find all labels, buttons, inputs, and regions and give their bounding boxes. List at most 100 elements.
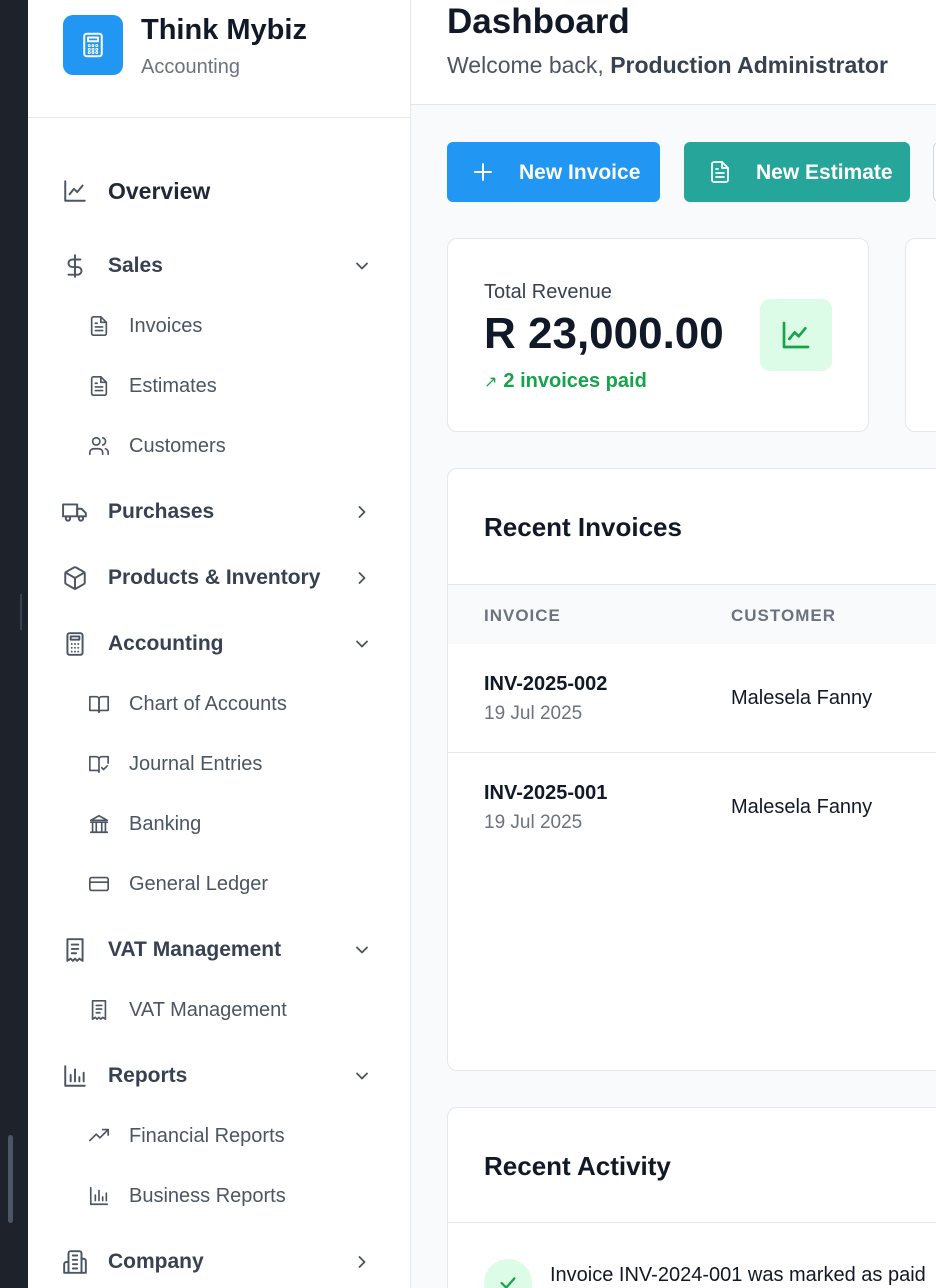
revenue-trend-text: 2 invoices paid [503,370,647,392]
trending-up-icon [88,1125,110,1147]
page-header: Dashboard Welcome back, Production Admin… [411,0,936,105]
new-invoice-button[interactable]: New Invoice [447,142,660,202]
revenue-label: Total Revenue [484,281,612,303]
sidebar-item-journal-entries[interactable]: Journal Entries [28,741,410,787]
chevron-right-icon [352,568,372,588]
sidebar-item-customers[interactable]: Customers [28,423,410,469]
receipt-icon [62,937,88,963]
revenue-trend: ↗ 2 invoices paid [484,370,647,393]
sidebar-item-label: Purchases [108,500,215,523]
invoice-date: 19 Jul 2025 [484,812,583,833]
sidebar-item-label: VAT Management [108,938,282,961]
invoice-date: 19 Jul 2025 [484,703,583,724]
new-invoice-label: New Invoice [519,161,641,184]
chevron-down-icon [352,634,372,654]
sidebar-item-label: Chart of Accounts [129,692,287,715]
sidebar-item-business-reports[interactable]: Business Reports [28,1173,410,1219]
dollar-icon [62,253,88,279]
sidebar-item-label: Estimates [129,374,217,397]
sidebar-item-label: General Ledger [129,872,268,895]
bar-chart-icon [62,1063,88,1089]
table-header: INVOICE CUSTOMER [448,584,936,644]
receipt-icon [88,999,110,1021]
scrollbar-thumb[interactable] [8,1135,13,1223]
sidebar-item-label: Financial Reports [129,1124,285,1147]
resize-handle[interactable] [20,594,22,630]
total-revenue-card: Total Revenue R 23,000.00 ↗ 2 invoices pa… [447,238,869,432]
sidebar-item-label: Business Reports [129,1184,286,1207]
sidebar-item-label: Overview [108,177,211,204]
sidebar-item-financial-reports[interactable]: Financial Reports [28,1113,410,1159]
sidebar-item-label: Sales [108,254,163,277]
sidebar-item-label: Reports [108,1064,188,1087]
chevron-down-icon [352,256,372,276]
chevron-right-icon [352,502,372,522]
chevron-down-icon [352,1066,372,1086]
document-icon [88,315,110,337]
brand-header: Think Mybiz Accounting [28,0,410,118]
sidebar-item-label: Customers [129,434,226,457]
bar-chart-icon [88,1185,110,1207]
document-icon [88,375,110,397]
sidebar-item-overview[interactable]: Overview [28,166,410,216]
new-estimate-label: New Estimate [756,161,893,184]
sidebar-item-vat-management[interactable]: VAT Management [28,925,410,975]
invoice-customer: Malesela Fanny [731,796,873,818]
line-chart-icon [760,299,832,371]
users-icon [88,435,110,457]
check-icon [484,1259,532,1288]
sidebar: Think Mybiz Accounting Overview Sales In… [28,0,411,1288]
truck-icon [62,499,88,525]
sidebar-item-label: Invoices [129,314,203,337]
plus-icon [471,160,495,184]
sidebar-item-label: Journal Entries [129,752,263,775]
sidebar-item-sales[interactable]: Sales [28,241,410,291]
chevron-right-icon [352,1252,372,1272]
column-header-customer: CUSTOMER [731,606,836,625]
sidebar-item-vat-management-sub[interactable]: VAT Management [28,987,410,1033]
sidebar-item-general-ledger[interactable]: General Ledger [28,861,410,907]
sidebar-item-label: Company [108,1250,204,1273]
new-estimate-button[interactable]: New Estimate [684,142,910,202]
table-row[interactable]: INV-2025-002 19 Jul 2025 Malesela Fanny [448,644,936,753]
calculator-icon [62,631,88,657]
recent-activity-title: Recent Activity [484,1151,671,1181]
revenue-value: R 23,000.00 [484,309,724,358]
stat-card [905,238,936,432]
recent-activity-card: Recent Activity Invoice INV-2024-001 was… [447,1107,936,1288]
sidebar-item-products-inventory[interactable]: Products & Inventory [28,553,410,603]
sidebar-item-label: Products & Inventory [108,566,321,589]
sidebar-item-reports[interactable]: Reports [28,1051,410,1101]
sidebar-item-estimates[interactable]: Estimates [28,363,410,409]
brand-name: Think Mybiz [141,14,307,46]
sidebar-item-accounting[interactable]: Accounting [28,619,410,669]
welcome-message: Welcome back, Production Administrator [447,52,888,79]
welcome-prefix: Welcome back, [447,52,604,78]
sidebar-item-banking[interactable]: Banking [28,801,410,847]
sidebar-item-company[interactable]: Company [28,1237,410,1287]
sidebar-item-invoices[interactable]: Invoices [28,303,410,349]
activity-item: Invoice INV-2024-001 was marked as paid [550,1264,926,1286]
book-check-icon [88,753,110,775]
invoice-customer: Malesela Fanny [731,687,873,709]
sidebar-item-label: VAT Management [129,998,287,1021]
sidebar-item-label: Accounting [108,632,224,655]
trend-up-icon: ↗ [484,374,498,391]
sidebar-item-label: Banking [129,812,202,835]
sidebar-item-purchases[interactable]: Purchases [28,487,410,537]
main-content: Dashboard Welcome back, Production Admin… [411,0,936,1288]
invoice-number: INV-2025-002 [484,673,608,695]
recent-invoices-card: Recent Invoices INVOICE CUSTOMER INV-202… [447,468,936,1071]
building-icon [62,1249,88,1275]
invoice-number: INV-2025-001 [484,782,608,804]
sidebar-item-chart-of-accounts[interactable]: Chart of Accounts [28,681,410,727]
page-title: Dashboard [447,2,630,41]
package-icon [62,565,88,591]
calculator-icon [63,15,123,75]
user-name: Production Administrator [610,52,888,78]
bank-icon [88,813,110,835]
column-header-invoice: INVOICE [484,606,561,625]
table-row[interactable]: INV-2025-001 19 Jul 2025 Malesela Fanny [448,753,936,862]
recent-invoices-title: Recent Invoices [484,512,682,542]
credit-card-icon [88,873,110,895]
